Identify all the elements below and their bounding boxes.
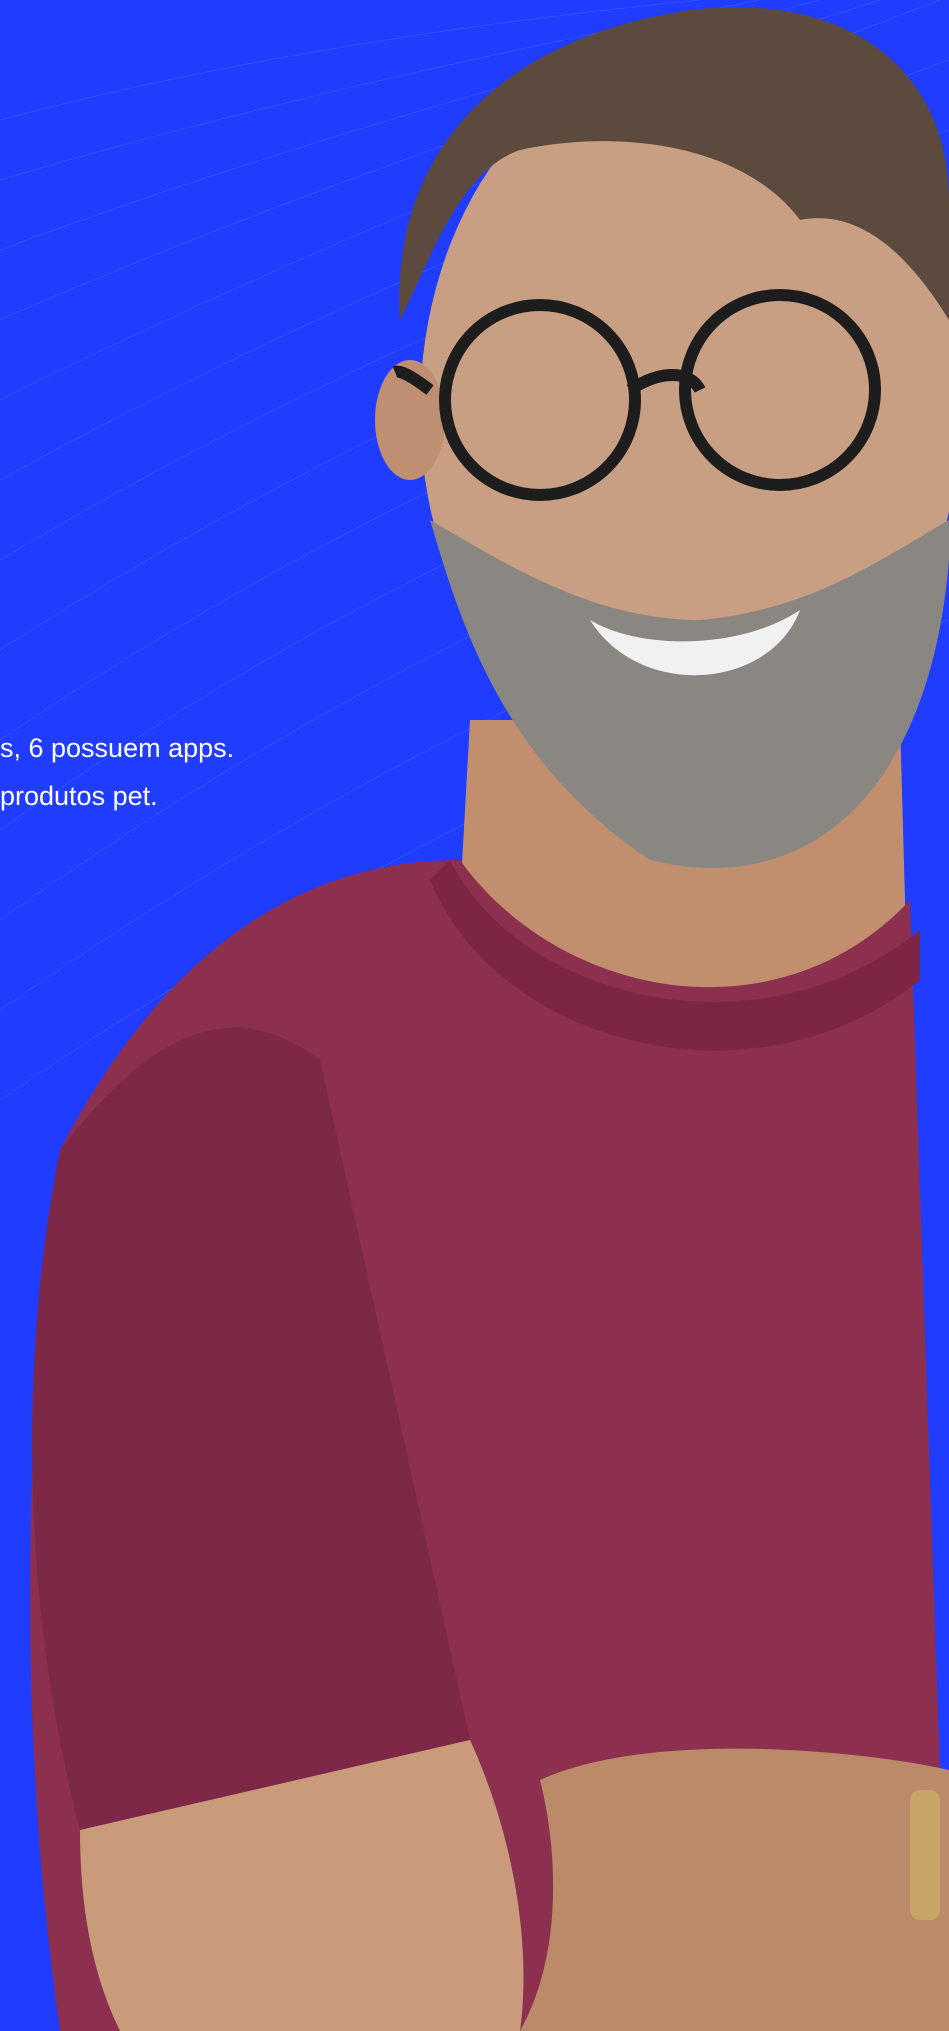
hero-section: s, 6 possuem apps. produtos pet. bbox=[0, 0, 949, 2031]
smiling-man-photo bbox=[30, 7, 949, 2031]
forearm-right bbox=[520, 1748, 949, 2031]
wristwatch bbox=[910, 1790, 940, 1920]
